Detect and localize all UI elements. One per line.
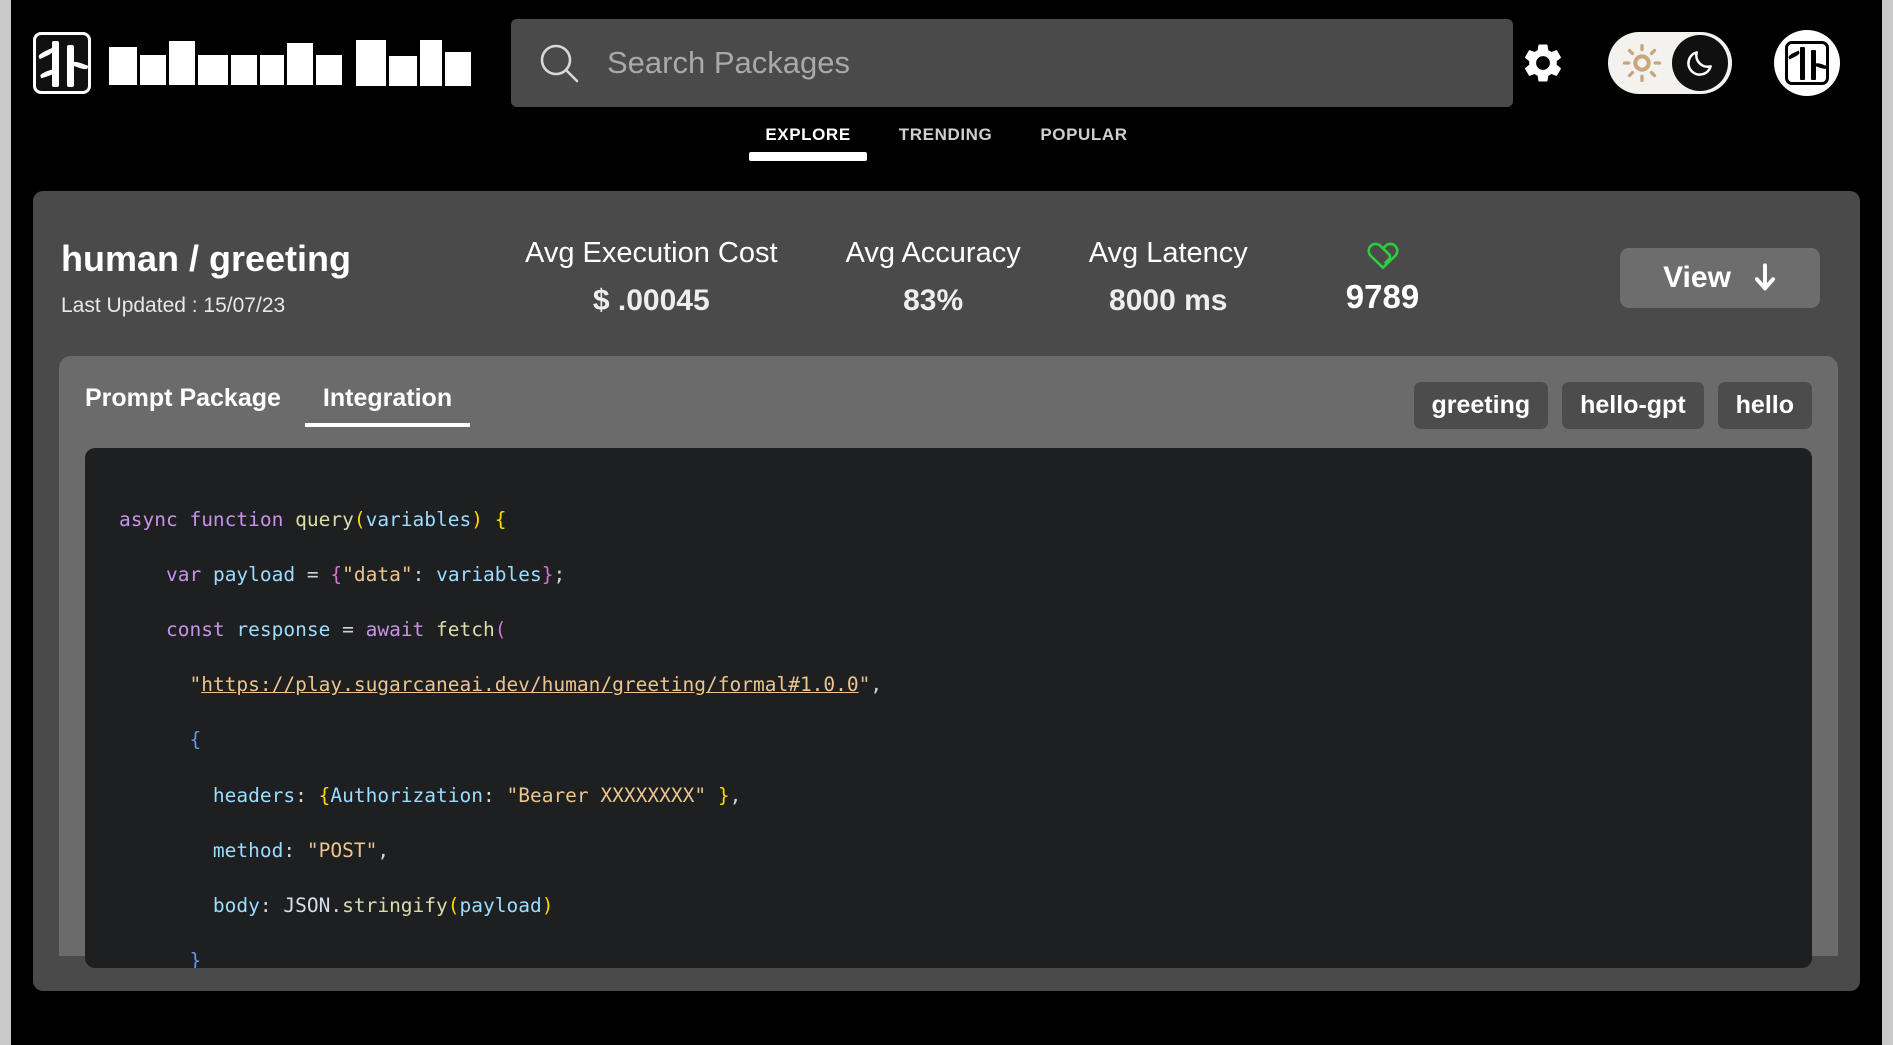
last-updated-text: Last Updated : 15/07/23 <box>61 293 286 317</box>
theme-toggle[interactable] <box>1608 31 1732 94</box>
tag-chip[interactable]: hello <box>1717 381 1812 429</box>
likes-count: 9789 <box>1345 277 1420 315</box>
package-card: human / greeting Last Updated : 15/07/23… <box>33 191 1860 991</box>
code-line: headers: {Authorization: "Bearer XXXXXXX… <box>212 783 742 807</box>
code-content: async function query(variables) { var pa… <box>119 478 1778 968</box>
likes-counter[interactable]: 9789 <box>1316 240 1449 316</box>
code-line: const response = await fetch( <box>165 617 507 641</box>
bamboo-logo-icon <box>33 31 91 94</box>
metric-avg-accuracy: Avg Accuracy 83% <box>812 237 1055 318</box>
search-icon <box>540 44 579 82</box>
main-nav-tabs: EXPLORE TRENDING POPULAR <box>11 125 1882 173</box>
code-line: var payload = {"data": variables}; <box>165 562 566 586</box>
package-identity: human / greeting Last Updated : 15/07/23 <box>61 238 491 318</box>
gear-icon[interactable] <box>1520 40 1566 86</box>
search-input[interactable] <box>607 44 1487 81</box>
code-line: body: JSON.stringify(payload) <box>212 893 554 917</box>
download-arrow-icon <box>1754 262 1775 290</box>
nav-tab-explore[interactable]: EXPLORE <box>749 125 868 161</box>
avatar[interactable] <box>1774 29 1840 96</box>
brand[interactable] <box>33 31 471 94</box>
tab-integration[interactable]: Integration <box>304 384 471 427</box>
tag-chip[interactable]: hello-gpt <box>1562 381 1704 429</box>
nav-tab-popular[interactable]: POPULAR <box>1040 125 1127 155</box>
sun-icon <box>1622 43 1662 82</box>
metric-value: 83% <box>903 284 964 317</box>
view-button[interactable]: View <box>1620 247 1820 308</box>
metric-value: 8000 ms <box>1109 284 1228 317</box>
code-block[interactable]: async function query(variables) { var pa… <box>85 448 1812 968</box>
brand-wordmark-redacted <box>109 39 471 86</box>
nav-tab-trending[interactable]: TRENDING <box>899 125 993 155</box>
metric-avg-latency: Avg Latency 8000 ms <box>1055 237 1282 318</box>
bamboo-avatar-icon <box>1785 40 1829 85</box>
page-title: human / greeting <box>61 237 352 279</box>
code-line: } <box>189 949 202 968</box>
panel-header: Prompt Package Integration greeting hell… <box>85 372 1812 438</box>
metric-label: Avg Execution Cost <box>525 237 778 269</box>
theme-toggle-knob <box>1672 34 1728 91</box>
app-root: EXPLORE TRENDING POPULAR human / greetin… <box>11 0 1882 1045</box>
top-bar <box>11 0 1882 125</box>
code-line: { <box>189 728 202 752</box>
package-detail-panel: Prompt Package Integration greeting hell… <box>59 356 1838 968</box>
code-line: "https://play.sugarcaneai.dev/human/gree… <box>189 673 883 697</box>
view-button-label: View <box>1663 260 1731 294</box>
metric-label: Avg Latency <box>1088 237 1248 269</box>
tab-prompt-package[interactable]: Prompt Package <box>85 384 281 427</box>
metric-value: $ .00045 <box>592 284 710 317</box>
heart-icon <box>1366 242 1399 269</box>
code-line: method: "POST", <box>212 838 390 862</box>
metric-avg-execution-cost: Avg Execution Cost $ .00045 <box>491 237 812 318</box>
top-bar-actions <box>1520 29 1860 96</box>
metric-label: Avg Accuracy <box>845 237 1021 269</box>
package-header: human / greeting Last Updated : 15/07/23… <box>33 191 1860 356</box>
tag-chip[interactable]: greeting <box>1413 381 1549 429</box>
tag-list: greeting hello-gpt hello <box>1413 381 1812 429</box>
search-bar[interactable] <box>511 18 1513 107</box>
moon-icon <box>1687 50 1712 76</box>
code-line: async function query(variables) { <box>119 507 507 531</box>
